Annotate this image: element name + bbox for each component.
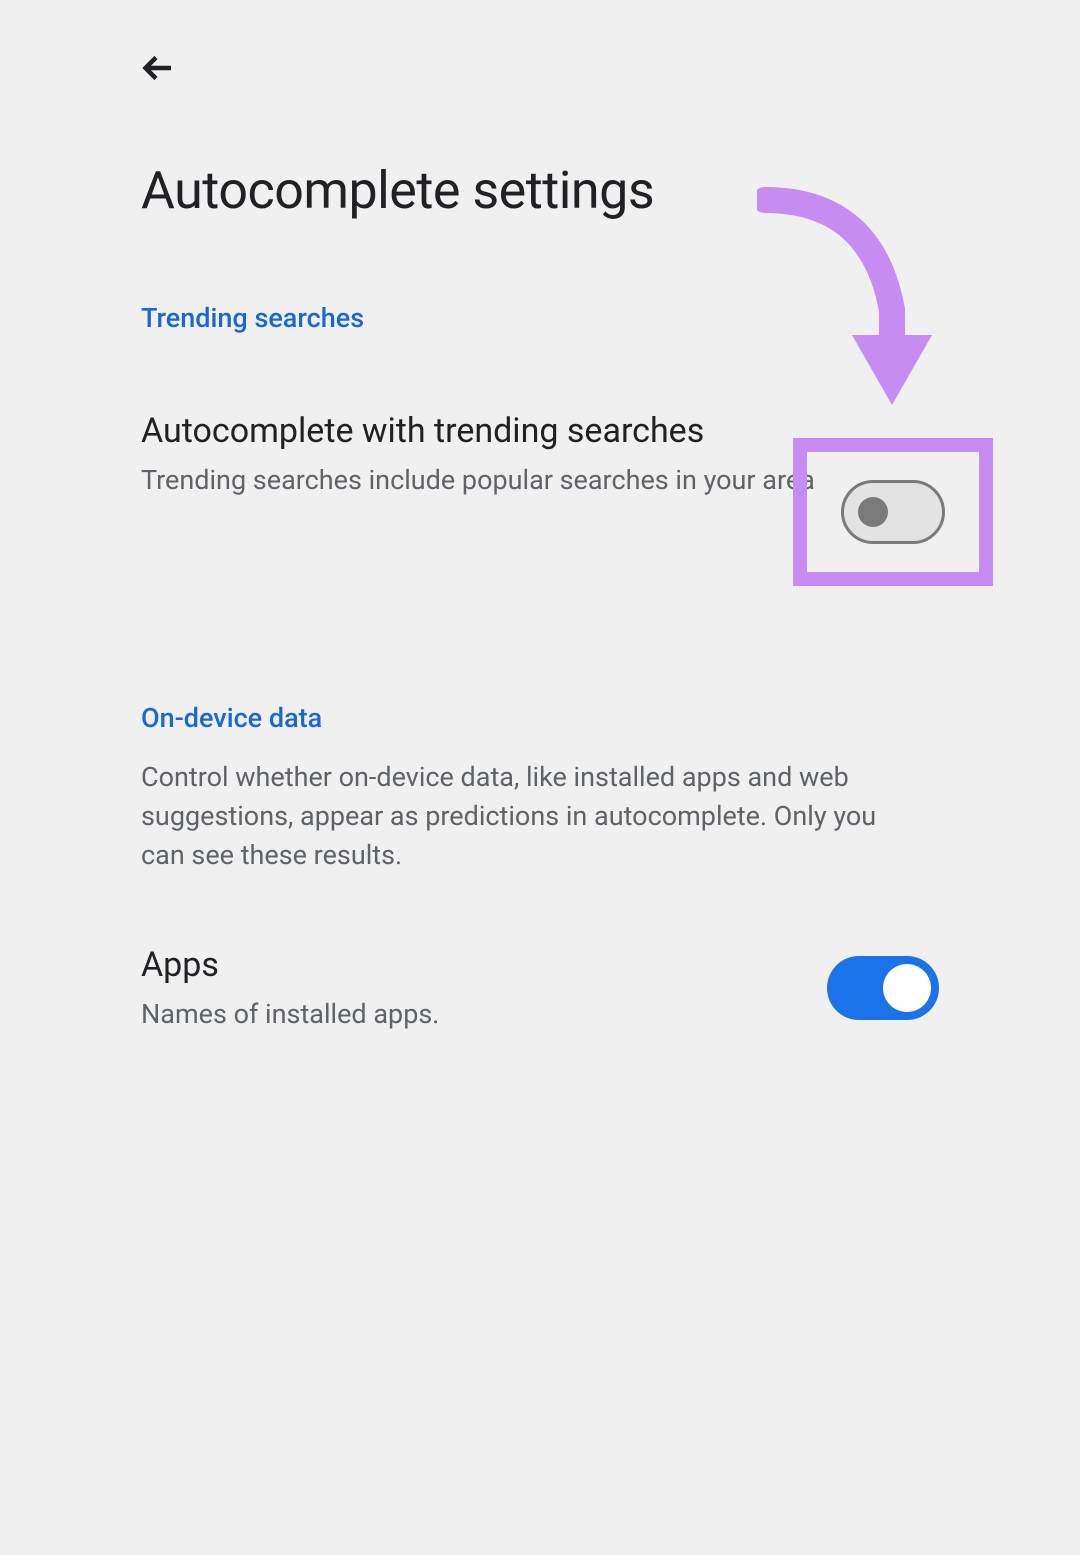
page-title: Autocomplete settings (141, 160, 654, 221)
setting-row-apps[interactable]: Apps Names of installed apps. (141, 942, 939, 1033)
section-header-ondevice: On-device data (141, 702, 915, 734)
annotation-arrow-icon (757, 180, 947, 420)
section-description-ondevice: Control whether on-device data, like ins… (141, 758, 915, 875)
toggle-thumb (883, 964, 931, 1012)
arrow-back-icon (141, 50, 177, 86)
annotation-highlight-box (793, 438, 993, 586)
toggle-trending-searches[interactable] (841, 480, 945, 544)
setting-title-apps: Apps (141, 942, 787, 990)
toggle-thumb (858, 497, 888, 527)
back-button[interactable] (139, 48, 179, 88)
setting-row-trending-autocomplete[interactable]: Autocomplete with trending searches Tren… (141, 408, 965, 499)
toggle-apps[interactable] (827, 956, 939, 1020)
setting-subtitle-apps: Names of installed apps. (141, 996, 787, 1034)
section-header-trending: Trending searches (141, 302, 965, 334)
